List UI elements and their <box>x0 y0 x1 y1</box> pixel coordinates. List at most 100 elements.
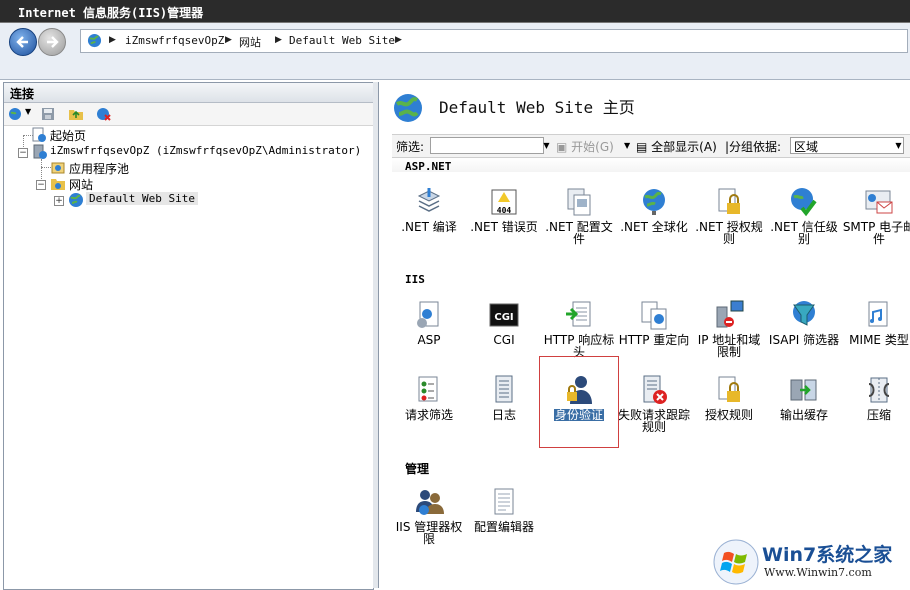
feature-isapi-filters[interactable]: ISAPI 筛选器 <box>767 299 841 346</box>
breadcrumb-separator-icon: ▶ <box>109 35 116 45</box>
start-button[interactable]: ▣ 开始(G) <box>556 138 614 155</box>
chevron-down-icon[interactable]: ▼ <box>894 138 903 153</box>
sites-folder-icon <box>51 179 65 190</box>
save-icon[interactable] <box>40 106 56 122</box>
tree-item-label: 起始页 <box>50 129 87 143</box>
globe-icon <box>643 189 665 215</box>
feature-request-filtering[interactable]: 请求筛选 <box>392 374 466 421</box>
feature-ip-domain-restrictions[interactable]: IP 地址和域限制 <box>692 299 766 358</box>
tree-collapse-toggle[interactable]: − <box>36 180 46 190</box>
watermark: Win7系统之家 Www.Winwin7.com <box>708 534 910 588</box>
page-title: Default Web Site 主页 <box>439 98 635 117</box>
feature-net-trust-levels[interactable]: .NET 信任级别 <box>767 186 841 245</box>
section-title-iis: IIS <box>405 273 425 286</box>
tree-item-label: 网站 <box>69 178 94 192</box>
feature-net-error-pages[interactable]: 404 .NET 错误页 <box>467 186 541 233</box>
feature-authorization-rules[interactable]: 授权规则 <box>692 374 766 421</box>
filter-label: 筛选: <box>396 140 425 154</box>
disconnect-icon[interactable] <box>96 106 112 122</box>
output-cache-icon <box>790 379 817 401</box>
filter-input[interactable] <box>430 137 544 154</box>
connections-header: 连接 <box>4 83 373 103</box>
redirect-icon <box>641 301 667 330</box>
ip-restriction-icon <box>716 300 744 328</box>
section-title-management: 管理 <box>405 462 430 476</box>
failed-request-icon <box>643 375 667 404</box>
feature-output-caching[interactable]: 输出缓存 <box>767 374 841 421</box>
feature-configuration-editor[interactable]: 配置编辑器 <box>467 486 541 533</box>
breadcrumb-separator-icon: ▶ <box>395 35 402 45</box>
watermark-brand: Win7系统之家 <box>762 544 893 566</box>
connections-pane: 连接 ▼ 起始页 − iZmswfrfqsevOpZ (iZmswfrfqsev… <box>3 82 374 590</box>
breadcrumb-sites[interactable]: 网站 <box>239 34 261 50</box>
window-titlebar: Internet 信息服务(IIS)管理器 <box>0 0 910 23</box>
config-editor-icon <box>494 488 514 515</box>
watermark-url: Www.Winwin7.com <box>764 566 872 579</box>
arrow-right-icon <box>47 36 59 48</box>
cgi-icon: CGI <box>489 303 519 327</box>
chevron-down-icon[interactable]: ▼ <box>25 107 31 116</box>
svg-text:404: 404 <box>497 206 512 215</box>
feature-mime-types[interactable]: MIME 类型 <box>842 299 910 346</box>
feature-failed-request-tracing[interactable]: 失败请求跟踪规则 <box>617 374 691 433</box>
feature-iis-manager-permissions[interactable]: IIS 管理器权限 <box>392 486 466 545</box>
isapi-filter-icon <box>793 301 815 326</box>
breadcrumb-server[interactable]: iZmswfrfqsevOpZ <box>125 34 224 47</box>
chevron-down-icon[interactable]: ▼ <box>542 138 551 153</box>
arrow-left-icon <box>16 36 28 48</box>
binoculars-icon: ▣ <box>556 140 568 154</box>
feature-net-authorization-rules[interactable]: .NET 授权规则 <box>692 186 766 245</box>
tree-expand-toggle[interactable]: + <box>54 196 64 206</box>
feature-asp[interactable]: ASP <box>392 299 466 346</box>
site-globe-icon <box>394 94 422 122</box>
trust-check-icon <box>791 188 817 217</box>
start-page-icon <box>32 127 46 142</box>
feature-net-profile[interactable]: .NET 配置文件 <box>542 186 616 245</box>
filter-bar: 筛选: ▼ ▣ 开始(G) ▼ ▤ 全部显示(A) |分组依据: 区域 ▼ <box>392 134 910 158</box>
chevron-down-icon[interactable]: ▼ <box>624 141 630 150</box>
feature-http-response-headers[interactable]: HTTP 响应标头 <box>542 299 616 358</box>
tree-item-label: Default Web Site <box>86 192 198 205</box>
mime-types-icon <box>868 301 888 327</box>
compilation-icon <box>417 188 441 212</box>
feature-http-redirect[interactable]: HTTP 重定向 <box>617 299 691 346</box>
show-all-button[interactable]: ▤ 全部显示(A) <box>636 138 717 155</box>
section-title-aspnet: ASP.NET <box>405 160 452 173</box>
logging-icon <box>495 375 513 403</box>
feature-cgi[interactable]: CGI CGI <box>467 299 541 346</box>
breadcrumb-separator-icon: ▶ <box>225 35 232 45</box>
features-view: Default Web Site 主页 筛选: ▼ ▣ 开始(G) ▼ ▤ 全部… <box>378 82 910 588</box>
forward-button[interactable] <box>38 28 66 56</box>
connections-title: 连接 <box>10 87 35 101</box>
feature-net-compilation[interactable]: .NET 编译 <box>392 186 466 233</box>
window-title: Internet 信息服务(IIS)管理器 <box>18 6 204 20</box>
authorization-lock-icon <box>718 188 740 214</box>
feature-net-globalization[interactable]: .NET 全球化 <box>617 186 691 233</box>
server-icon <box>33 144 47 159</box>
svg-text:CGI: CGI <box>494 312 513 323</box>
manager-permissions-icon <box>416 490 444 515</box>
selection-highlight <box>539 356 619 448</box>
compression-icon <box>868 377 890 403</box>
asp-icon <box>417 301 439 328</box>
connections-toolbar: ▼ <box>4 103 373 126</box>
feature-logging[interactable]: 日志 <box>467 374 541 421</box>
breadcrumb-default-site[interactable]: Default Web Site <box>289 34 395 47</box>
group-by-value: 区域 <box>794 140 819 154</box>
tree-collapse-toggle[interactable]: − <box>18 148 28 158</box>
globe-icon <box>69 193 83 207</box>
feature-compression[interactable]: 压缩 <box>842 374 910 421</box>
connect-globe-icon[interactable] <box>8 106 24 122</box>
profile-icon <box>567 188 591 216</box>
breadcrumb-separator-icon: ▶ <box>275 35 282 45</box>
windows-logo-icon <box>713 539 759 585</box>
request-filter-icon <box>418 376 438 402</box>
authorization-lock-icon <box>718 376 740 402</box>
feature-smtp-email[interactable]: SMTP 电子邮件 <box>842 186 910 245</box>
response-headers-icon <box>566 301 591 327</box>
breadcrumb[interactable]: ▶ iZmswfrfqsevOpZ ▶ 网站 ▶ Default Web Sit… <box>80 29 908 53</box>
folder-up-icon[interactable] <box>68 106 84 122</box>
group-by-select[interactable]: 区域 ▼ <box>790 137 904 154</box>
back-button[interactable] <box>9 28 37 56</box>
app-pool-icon <box>51 162 65 174</box>
